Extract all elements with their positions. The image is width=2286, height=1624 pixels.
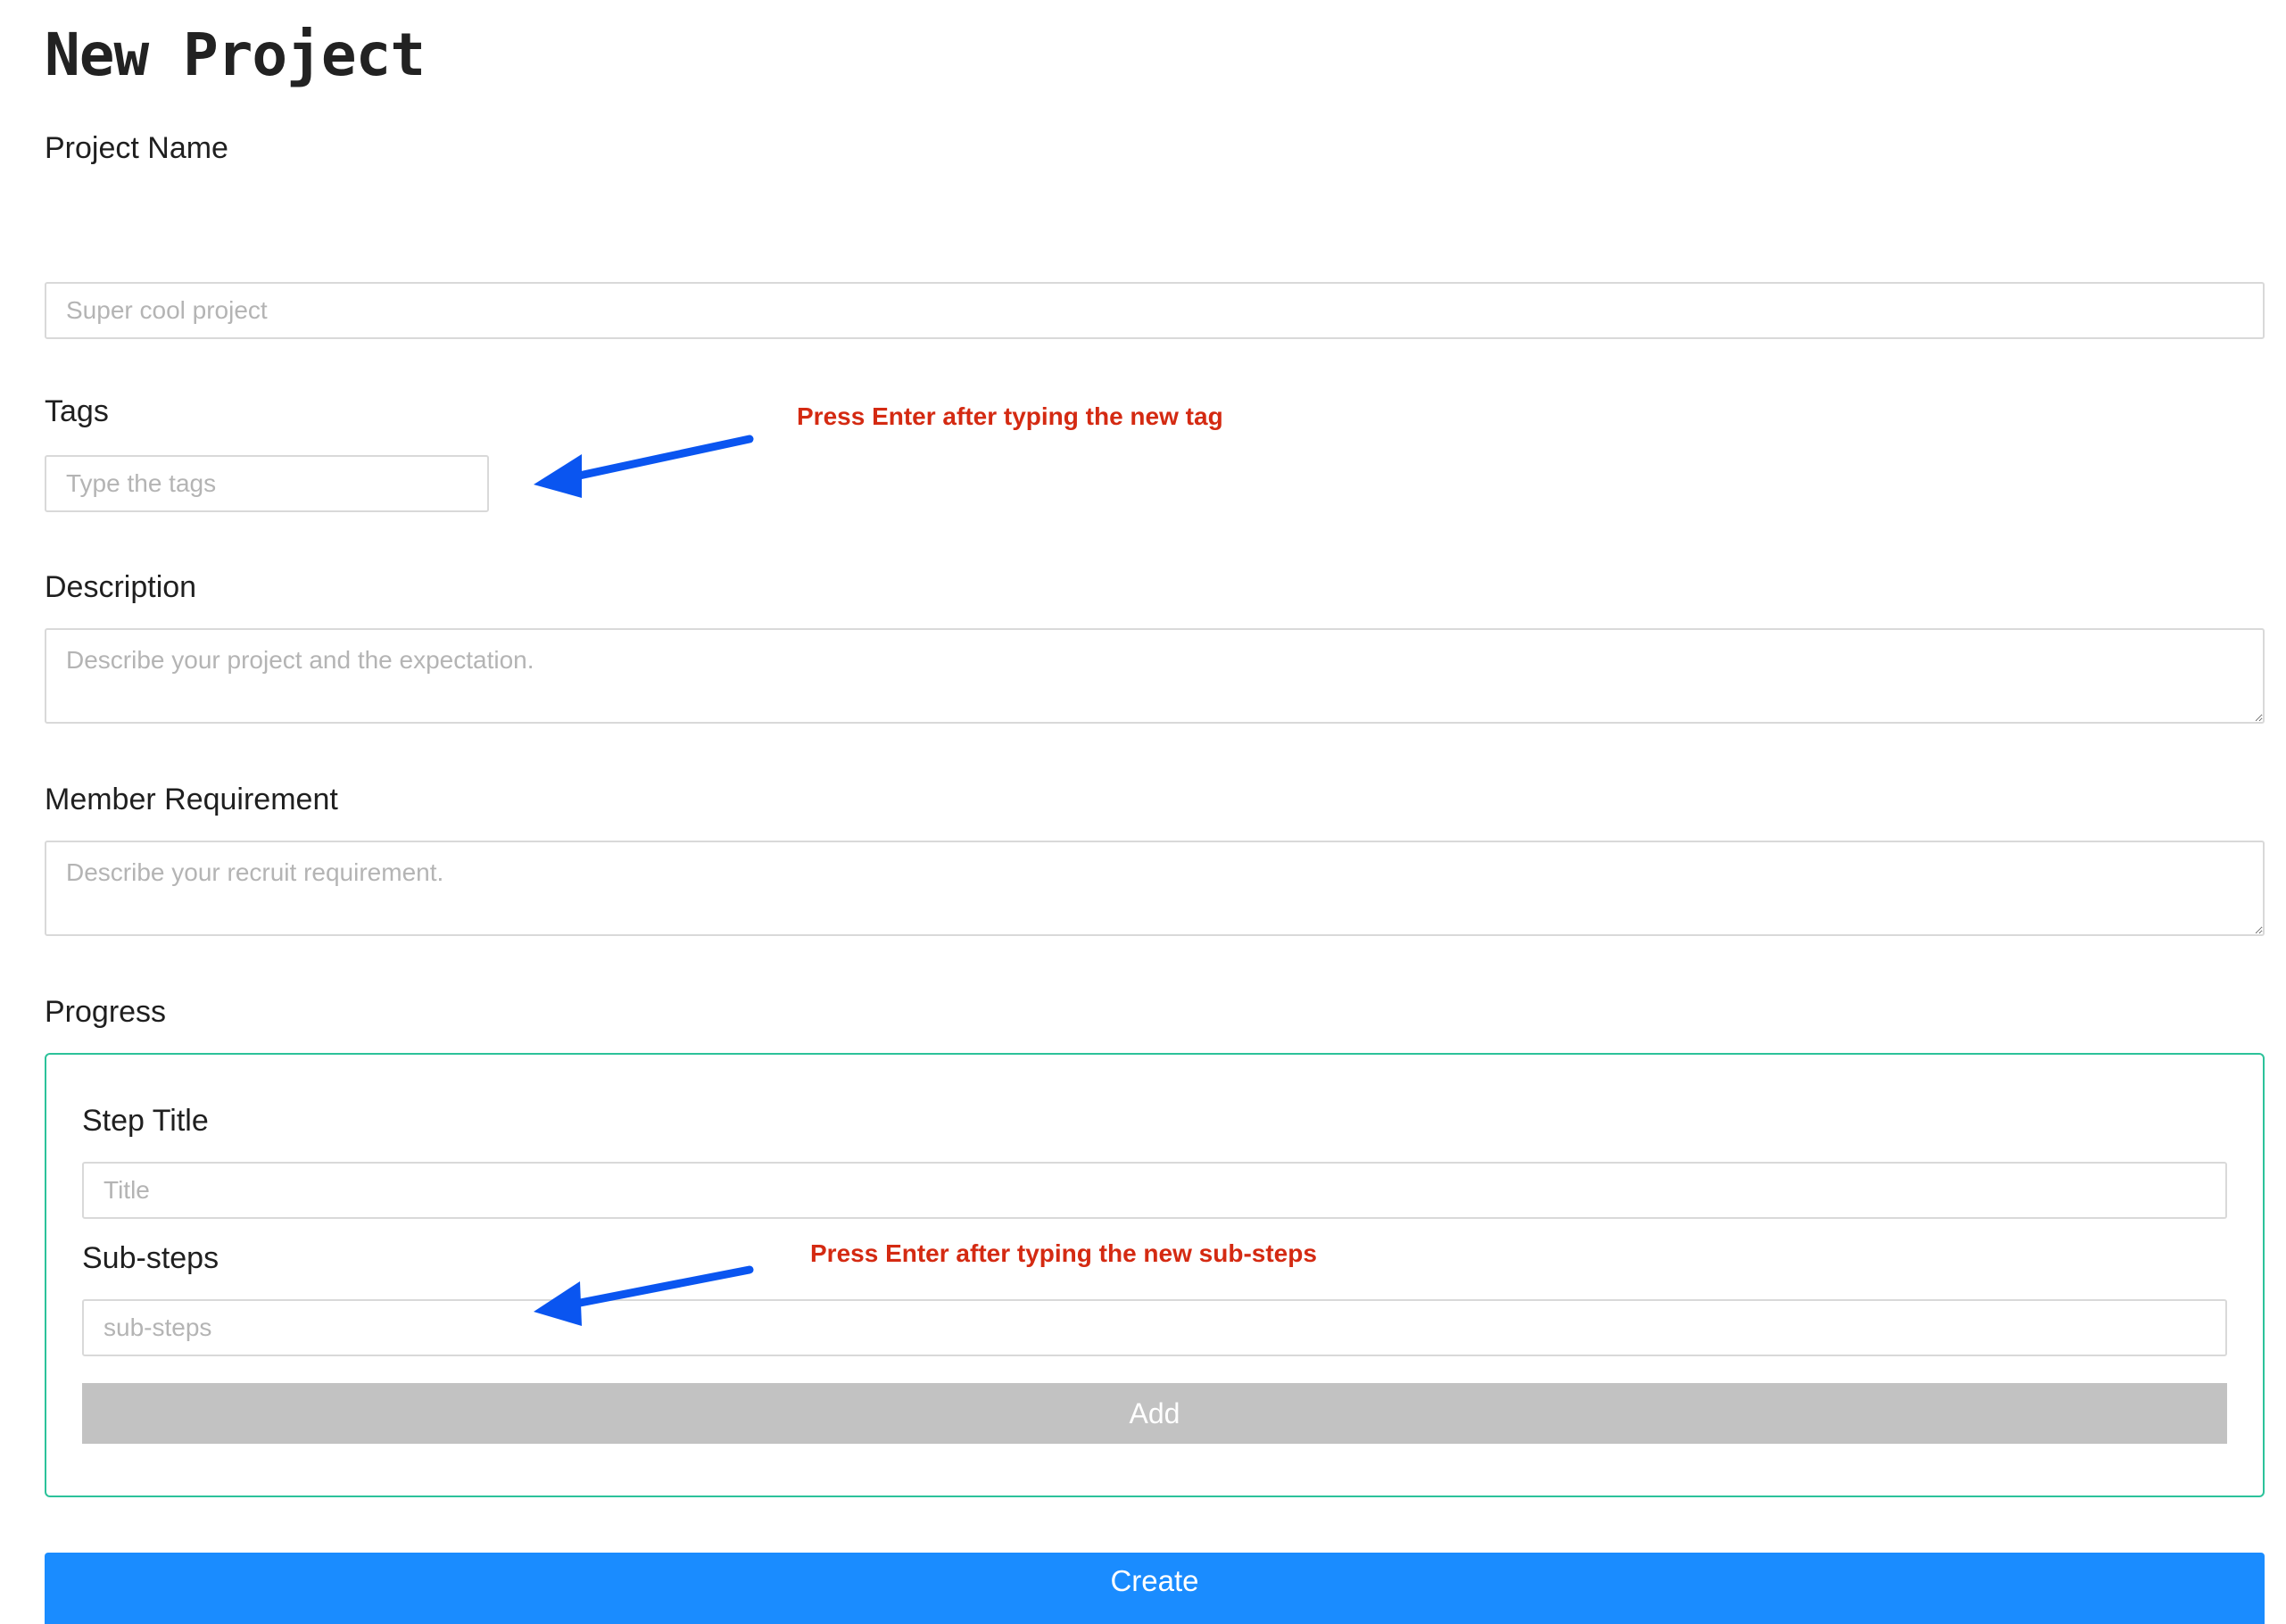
project-name-label: Project Name	[45, 131, 228, 165]
member-requirement-textarea[interactable]	[45, 841, 2265, 936]
description-textarea[interactable]	[45, 628, 2265, 724]
create-button[interactable]: Create	[45, 1553, 2265, 1624]
sub-steps-hint-text: Press Enter after typing the new sub-ste…	[810, 1239, 1317, 1267]
page-title: New Project	[45, 21, 426, 89]
project-name-input[interactable]	[45, 282, 2265, 339]
sub-steps-input[interactable]	[82, 1299, 2227, 1356]
member-requirement-label: Member Requirement	[45, 783, 338, 816]
description-label: Description	[45, 570, 197, 604]
add-step-button[interactable]: Add	[82, 1383, 2227, 1444]
tags-input[interactable]	[45, 455, 489, 512]
tags-hint-text: Press Enter after typing the new tag	[797, 402, 1223, 430]
sub-steps-label: Sub-steps	[82, 1241, 219, 1275]
tags-label: Tags	[45, 394, 109, 428]
step-title-label: Step Title	[82, 1104, 209, 1138]
progress-label: Progress	[45, 995, 167, 1029]
step-title-input[interactable]	[82, 1162, 2227, 1219]
